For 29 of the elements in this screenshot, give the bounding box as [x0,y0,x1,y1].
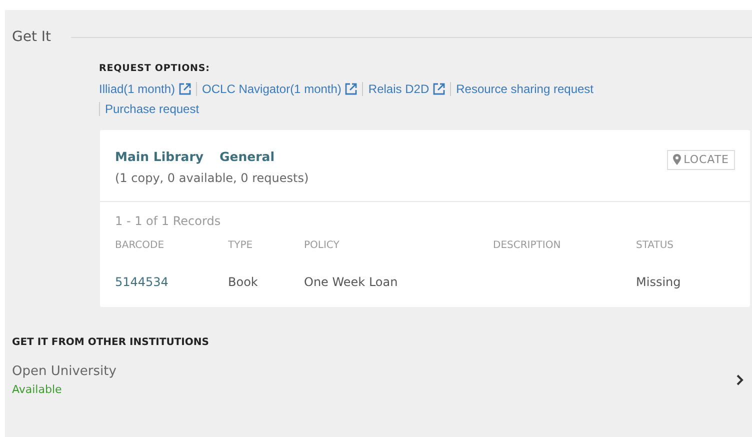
section-title: Get It [12,28,52,47]
request-link[interactable]: Purchase request [99,102,204,116]
external-link-icon [433,83,446,96]
request-link[interactable]: Resource sharing request [450,82,599,96]
column-header: BARCODE [115,239,166,253]
external-link-icon [179,83,192,96]
request-link[interactable]: Relais D2D [362,82,450,96]
request-link[interactable]: Illiad(1 month) [99,82,196,96]
table-cell: Missing [636,275,681,289]
external-link-icon [345,83,358,96]
request-link[interactable]: OCLC Navigator(1 month) [196,82,362,96]
table-cell: Book [228,275,258,289]
chevron-right-icon[interactable] [736,374,744,386]
column-header: POLICY [304,239,340,253]
column-header: STATUS [636,239,675,253]
institution-name[interactable]: Open University [12,362,116,382]
locate-button[interactable]: LOCATE [666,150,735,170]
availability-summary: (1 copy, 0 available, 0 requests) [115,170,309,187]
collection-name: General [220,148,275,166]
map-pin-icon [672,154,681,166]
records-count: 1 - 1 of 1 Records [115,213,222,230]
request-options-label: REQUEST OPTIONS: [99,62,211,76]
column-header: DESCRIPTION [493,239,562,253]
availability-status: Available [12,382,63,398]
table-cell: One Week Loan [304,275,398,289]
column-header: TYPE [228,239,254,253]
other-institutions-title: GET IT FROM OTHER INSTITUTIONS [12,336,210,350]
barcode-link[interactable]: 5144534 [115,275,168,289]
library-name[interactable]: Main Library [115,148,204,167]
